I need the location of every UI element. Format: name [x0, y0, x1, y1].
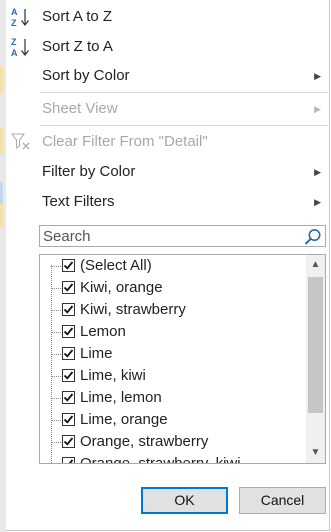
sheet-view-label: Sheet View [42, 100, 118, 117]
svg-text:A: A [11, 7, 18, 17]
list-item-label: Lime, lemon [80, 389, 162, 406]
clear-filter-item: Clear Filter From "Detail" [6, 128, 329, 156]
svg-text:A: A [11, 48, 18, 58]
search-icon[interactable] [303, 227, 323, 247]
clear-filter-icon [10, 133, 30, 150]
menu-separator [40, 92, 328, 93]
list-item-label: Orange, strawberry [80, 433, 209, 450]
sort-za-icon: Z A [11, 37, 29, 58]
clear-filter-label: Clear Filter From "Detail" [42, 133, 208, 150]
list-item-label: Lime [80, 345, 113, 362]
scrollbar-thumb[interactable] [308, 277, 323, 413]
submenu-arrow-icon: ▶ [314, 197, 321, 207]
list-item-label: Orange, strawberry, kiwi [80, 455, 241, 464]
list-item-label: Kiwi, strawberry [80, 301, 186, 318]
sort-z-to-a-item[interactable]: Z A Sort Z to A [6, 33, 329, 61]
sort-by-color-label: Sort by Color [42, 67, 130, 84]
submenu-arrow-icon: ▶ [314, 104, 321, 114]
filter-values-list: (Select All) Kiwi, orange Kiwi, strawber… [39, 254, 326, 464]
list-item-label: Lemon [80, 323, 126, 340]
list-item[interactable]: Kiwi, strawberry [40, 299, 305, 321]
list-item[interactable]: Lime [40, 343, 305, 365]
checkbox-checked[interactable] [62, 391, 75, 404]
sort-by-color-item[interactable]: Sort by Color ▶ [6, 62, 329, 90]
checkbox-checked[interactable] [62, 413, 75, 426]
search-box [39, 225, 326, 247]
list-item-label: Lime, kiwi [80, 367, 146, 384]
svg-text:Z: Z [11, 37, 17, 47]
list-item[interactable]: Kiwi, orange [40, 277, 305, 299]
cancel-button[interactable]: Cancel [239, 487, 326, 514]
list-item-select-all[interactable]: (Select All) [40, 255, 305, 277]
list-item[interactable]: Orange, strawberry, kiwi [40, 453, 305, 464]
text-filters-label: Text Filters [42, 193, 115, 210]
checkbox-checked[interactable] [62, 303, 75, 316]
submenu-arrow-icon: ▶ [314, 167, 321, 177]
svg-text:Z: Z [11, 18, 17, 28]
search-input[interactable] [40, 226, 298, 246]
list-item[interactable]: Orange, strawberry [40, 431, 305, 453]
text-filters-item[interactable]: Text Filters ▶ [6, 188, 329, 216]
filter-by-color-label: Filter by Color [42, 163, 136, 180]
checkbox-checked[interactable] [62, 281, 75, 294]
checkbox-checked[interactable] [62, 457, 75, 463]
sheet-view-item: Sheet View ▶ [6, 95, 329, 123]
menu-separator [40, 125, 328, 126]
checkbox-checked[interactable] [62, 325, 75, 338]
scroll-down-icon[interactable]: ▼ [306, 443, 325, 463]
checkbox-checked[interactable] [62, 347, 75, 360]
list-item[interactable]: Lime, lemon [40, 387, 305, 409]
list-item-label: (Select All) [80, 257, 152, 274]
sort-z-to-a-label: Sort Z to A [42, 38, 113, 55]
sort-a-to-z-item[interactable]: A Z Sort A to Z [6, 3, 329, 31]
autofilter-dropdown-menu: A Z Sort A to Z Z A Sort Z to A Sort by … [6, 0, 330, 531]
filter-by-color-item[interactable]: Filter by Color ▶ [6, 158, 329, 186]
sort-az-icon: A Z [11, 7, 29, 28]
scroll-up-icon[interactable]: ▲ [306, 255, 325, 275]
list-scrollbar[interactable]: ▲ ▼ [306, 255, 325, 463]
checkbox-checked[interactable] [62, 259, 75, 272]
list-item[interactable]: Lime, kiwi [40, 365, 305, 387]
sort-a-to-z-label: Sort A to Z [42, 8, 113, 25]
list-item-label: Lime, orange [80, 411, 168, 428]
submenu-arrow-icon: ▶ [314, 71, 321, 81]
list-item-label: Kiwi, orange [80, 279, 163, 296]
checkbox-checked[interactable] [62, 369, 75, 382]
ok-button[interactable]: OK [141, 487, 228, 514]
list-item[interactable]: Lime, orange [40, 409, 305, 431]
list-item[interactable]: Lemon [40, 321, 305, 343]
checkbox-checked[interactable] [62, 435, 75, 448]
